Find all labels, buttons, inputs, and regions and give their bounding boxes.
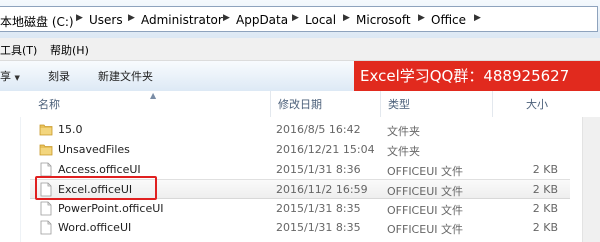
address-bar-area: 本地磁盘 (C:) ▶ Users ▶ Administrator ▶ AppD… [0,0,600,38]
file-size: 2 KB [532,221,558,234]
file-row[interactable]: 15.0 2016/8/5 16:42 文件夹 [30,120,570,139]
file-date: 2016/8/5 16:42 [276,123,361,136]
vertical-scrollbar[interactable] [582,117,600,242]
breadcrumb-microsoft[interactable]: Microsoft [356,13,411,27]
column-divider[interactable] [492,91,493,117]
column-size[interactable]: 大小 [526,96,548,112]
promo-banner: Excel学习QQ群：488925627 [354,61,600,91]
menu-tools[interactable]: 工具(T) [0,42,37,58]
file-type: OFFICEUI 文件 [387,185,463,198]
share-label: 享 [0,70,11,83]
file-icon [40,220,52,235]
breadcrumb-users[interactable]: Users [89,13,123,27]
file-name: Word.officeUI [58,221,132,234]
breadcrumb-local-disk[interactable]: 本地磁盘 (C:) [0,13,74,30]
dropdown-arrow-icon: ▼ [14,74,20,82]
file-date: 2015/1/31 8:35 [276,221,361,234]
file-date: 2016/12/21 15:04 [276,143,375,156]
file-type: 文件夹 [387,125,420,138]
column-divider[interactable] [270,91,271,117]
file-date: 2015/1/31 8:35 [276,202,361,215]
file-row[interactable]: UnsavedFiles 2016/12/21 15:04 文件夹 [30,140,570,159]
file-name: 15.0 [58,123,83,136]
file-size: 2 KB [532,183,558,196]
column-date[interactable]: 修改日期 [278,96,322,112]
file-date: 2016/11/2 16:59 [276,183,368,196]
file-icon [40,162,52,177]
chevron-right-icon[interactable]: ▶ [223,13,230,23]
sort-indicator-icon: ▲ [150,91,157,100]
file-type: 文件夹 [387,145,420,158]
file-name: UnsavedFiles [58,143,130,156]
share-button[interactable]: 享 ▼ [0,68,20,84]
file-date: 2015/1/31 8:36 [276,163,361,176]
chevron-right-icon[interactable]: ▶ [343,13,350,23]
breadcrumb-administrator[interactable]: Administrator [141,13,223,27]
chevron-right-icon[interactable]: ▶ [292,13,299,23]
address-bar[interactable]: 本地磁盘 (C:) ▶ Users ▶ Administrator ▶ AppD… [0,6,598,32]
menu-help[interactable]: 帮助(H) [50,42,89,58]
chevron-right-icon[interactable]: ▶ [418,13,425,23]
file-name: PowerPoint.officeUI [58,202,164,215]
file-type: OFFICEUI 文件 [387,223,463,236]
folder-icon [39,144,53,156]
chevron-right-icon[interactable]: ▶ [76,13,83,23]
new-folder-button[interactable]: 新建文件夹 [98,68,153,84]
file-row[interactable]: PowerPoint.officeUI 2015/1/31 8:35 OFFIC… [30,199,570,218]
navigation-pane-edge [0,117,21,242]
breadcrumb-appdata[interactable]: AppData [236,13,288,27]
breadcrumb-local[interactable]: Local [305,13,336,27]
column-header: 名称 修改日期 类型 大小 [0,91,600,117]
burn-button[interactable]: 刻录 [48,68,70,84]
column-divider[interactable] [380,91,381,117]
file-name: Access.officeUI [58,163,141,176]
chevron-right-icon[interactable]: ▶ [474,13,481,23]
file-type: OFFICEUI 文件 [387,165,463,178]
file-row[interactable]: Word.officeUI 2015/1/31 8:35 OFFICEUI 文件… [30,218,570,237]
highlight-annotation [35,176,157,200]
file-icon [40,201,52,216]
chevron-right-icon[interactable]: ▶ [128,13,135,23]
column-name[interactable]: 名称 [38,96,60,112]
column-type[interactable]: 类型 [388,96,410,112]
file-size: 2 KB [532,202,558,215]
breadcrumb-office[interactable]: Office [431,13,466,27]
folder-icon [39,124,53,136]
file-type: OFFICEUI 文件 [387,204,463,217]
file-size: 2 KB [532,163,558,176]
menu-bar: 工具(T) 帮助(H) [0,38,600,61]
